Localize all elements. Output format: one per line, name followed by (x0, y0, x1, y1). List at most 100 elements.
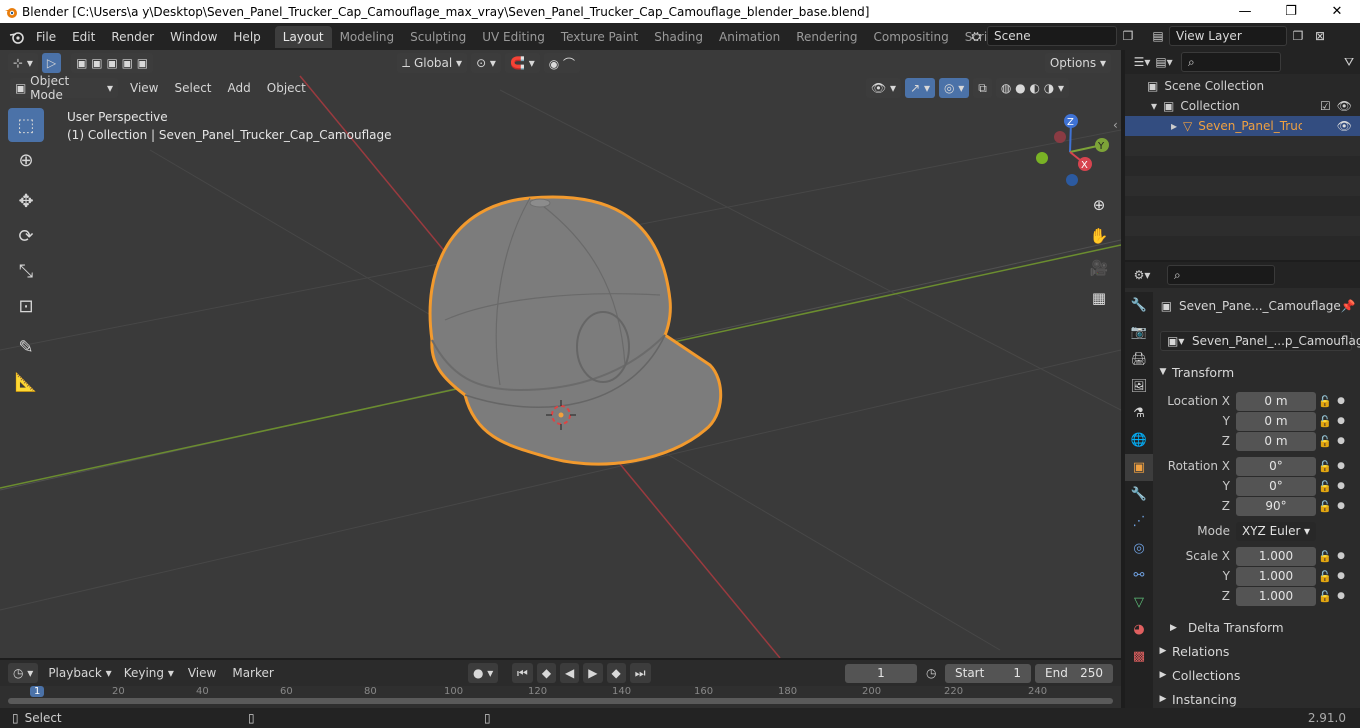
current-frame-field[interactable]: 1 (845, 663, 917, 683)
gizmo-toggle-icon[interactable]: ↗ ▾ (905, 78, 935, 98)
world-tab-icon[interactable]: 🌐 (1125, 427, 1153, 454)
clock-icon[interactable]: ◷ (926, 666, 936, 680)
cursor-tool-icon[interactable]: ⊕ (8, 143, 44, 177)
visibility-eye-icon[interactable]: 👁 (1337, 99, 1352, 113)
pin-icon[interactable]: 📌 (1341, 299, 1360, 313)
visibility-icon[interactable]: 👁 ▾ (866, 78, 902, 98)
measure-tool-icon[interactable]: 📐 (8, 365, 44, 399)
jump-end-icon[interactable]: ⏭ (629, 663, 651, 683)
maximize-button[interactable]: ❐ (1268, 0, 1314, 23)
keyframe-dot-icon[interactable]: ● (1334, 481, 1348, 491)
tab-sculpting[interactable]: Sculpting (402, 26, 474, 48)
properties-editor-type-icon[interactable]: ⚙▾ (1131, 265, 1153, 285)
jump-start-icon[interactable]: ⏮ (512, 663, 533, 683)
record-icon[interactable]: ● ▾ (468, 663, 499, 683)
tab-modeling[interactable]: Modeling (332, 26, 403, 48)
editor-type-button[interactable]: ⊹ ▾ (8, 53, 38, 73)
pivot-icon[interactable]: ⊙ ▾ (471, 53, 501, 73)
keyframe-dot-icon[interactable]: ● (1334, 551, 1348, 561)
keyframe-dot-icon[interactable]: ● (1334, 461, 1348, 471)
snap-icon[interactable]: 🧲 ▾ (504, 53, 540, 73)
tab-rendering[interactable]: Rendering (788, 26, 865, 48)
close-button[interactable]: ✕ (1314, 0, 1360, 23)
transform-panel-header[interactable]: ▼ Transform (1154, 361, 1360, 383)
view-layer-tab-icon[interactable]: 🖼 (1125, 373, 1153, 400)
instancing-panel-header[interactable]: ▶ Instancing (1154, 688, 1360, 710)
navigation-gizmo[interactable]: Z Y X (1030, 112, 1120, 192)
outliner-editor-type-icon[interactable]: ☰▾ (1131, 52, 1153, 72)
texture-tab-icon[interactable]: ▩ (1125, 643, 1153, 670)
keyframe-dot-icon[interactable]: ● (1334, 416, 1348, 426)
end-frame-field[interactable]: End 250 (1035, 663, 1113, 683)
scene-selector[interactable]: Scene (987, 26, 1117, 46)
next-keyframe-icon[interactable]: ◆ (606, 663, 626, 683)
rotation-z-field[interactable]: 90° (1236, 496, 1316, 516)
viewport-menu-select[interactable]: Select (166, 81, 219, 95)
shading-modes[interactable]: ◍ ● ◐ ◑ ▾ (995, 78, 1070, 98)
lock-icon[interactable]: 🔓 (1316, 570, 1334, 583)
menu-render[interactable]: Render (103, 30, 162, 44)
lock-icon[interactable]: 🔓 (1316, 480, 1334, 493)
constraints-tab-icon[interactable]: ⚯ (1125, 562, 1153, 589)
collections-panel-header[interactable]: ▶ Collections (1154, 664, 1360, 686)
tab-compositing[interactable]: Compositing (865, 26, 956, 48)
annotate-tool-icon[interactable]: ✎ (8, 330, 44, 364)
select-tool-icon[interactable]: ▷ (41, 53, 62, 73)
viewport-menu-add[interactable]: Add (220, 81, 259, 95)
lock-icon[interactable]: 🔓 (1316, 550, 1334, 563)
remove-view-layer-icon[interactable]: ⊠ (1309, 26, 1331, 46)
visibility-eye-icon[interactable]: 👁 (1337, 119, 1352, 133)
proportional-edit-icon[interactable]: ◉ ⌒ (543, 53, 581, 73)
xray-icon[interactable]: ⧉ (973, 78, 992, 98)
selection-modes[interactable]: ▣ ▣ ▣ ▣ ▣ (71, 53, 154, 73)
location-x-field[interactable]: 0 m (1236, 391, 1316, 411)
move-tool-icon[interactable]: ✥ (8, 184, 44, 218)
menu-window[interactable]: Window (162, 30, 225, 44)
relations-panel-header[interactable]: ▶ Relations (1154, 640, 1360, 662)
viewport-menu-object[interactable]: Object (259, 81, 314, 95)
display-mode-icon[interactable]: ▤▾ (1153, 52, 1175, 72)
menu-help[interactable]: Help (225, 30, 268, 44)
tab-uv-editing[interactable]: UV Editing (474, 26, 553, 48)
timeline-menu-view[interactable]: View (180, 666, 224, 680)
orthographic-grid-icon[interactable]: ▦ (1086, 285, 1112, 311)
tab-layout[interactable]: Layout (274, 25, 332, 48)
transform-orientation-dropdown[interactable]: ⟂ Global ▾ (397, 53, 468, 73)
scale-z-field[interactable]: 1.000 (1236, 586, 1316, 606)
tab-animation[interactable]: Animation (711, 26, 788, 48)
expand-arrow-icon[interactable]: ▾ (1151, 99, 1157, 113)
playhead-frame[interactable]: 1 (30, 686, 45, 697)
rotate-tool-icon[interactable]: ⟳ (8, 219, 44, 253)
tab-texture-paint[interactable]: Texture Paint (553, 26, 646, 48)
overlay-toggle-icon[interactable]: ◎ ▾ (938, 78, 970, 98)
minimize-button[interactable]: — (1222, 0, 1268, 23)
lock-icon[interactable]: 🔓 (1316, 590, 1334, 603)
play-icon[interactable]: ▶ (583, 663, 603, 683)
menu-file[interactable]: File (28, 30, 64, 44)
particles-tab-icon[interactable]: ⋰ (1125, 508, 1153, 535)
object-tab-icon[interactable]: ▣ (1125, 454, 1153, 481)
lock-icon[interactable]: 🔓 (1316, 435, 1334, 448)
object-row[interactable]: ▸ ▽ Seven_Panel_Trucker 👁 (1125, 116, 1360, 136)
location-z-field[interactable]: 0 m (1236, 431, 1316, 451)
menu-edit[interactable]: Edit (64, 30, 103, 44)
timeline-ruler[interactable]: 1 20 40 60 80 100 120 140 160 180 200 22… (0, 686, 1121, 708)
keyframe-dot-icon[interactable]: ● (1334, 436, 1348, 446)
timeline-editor-type-icon[interactable]: ◷ ▾ (8, 663, 39, 683)
timeline-menu-marker[interactable]: Marker (224, 666, 281, 680)
output-tab-icon[interactable]: 🖨 (1125, 346, 1153, 373)
scale-x-field[interactable]: 1.000 (1236, 546, 1316, 566)
options-dropdown[interactable]: Options ▾ (1044, 53, 1111, 73)
timeline-scrollbar[interactable] (8, 698, 1113, 704)
lock-icon[interactable]: 🔓 (1316, 460, 1334, 473)
timeline-menu-keying[interactable]: Keying ▾ (118, 666, 180, 680)
keyframe-dot-icon[interactable]: ● (1334, 396, 1348, 406)
scene-tab-icon[interactable]: ⚗ (1125, 400, 1153, 427)
lock-icon[interactable]: 🔓 (1316, 415, 1334, 428)
prev-keyframe-icon[interactable]: ◆ (536, 663, 557, 683)
tab-shading[interactable]: Shading (646, 26, 711, 48)
scene-collection-row[interactable]: ▣ Scene Collection (1125, 76, 1360, 96)
delta-transform-subpanel[interactable]: ▶ Delta Transform (1154, 617, 1360, 639)
rotation-mode-dropdown[interactable]: XYZ Euler ▾ (1236, 521, 1316, 541)
modifier-tab-icon[interactable]: 🔧 (1125, 481, 1153, 508)
